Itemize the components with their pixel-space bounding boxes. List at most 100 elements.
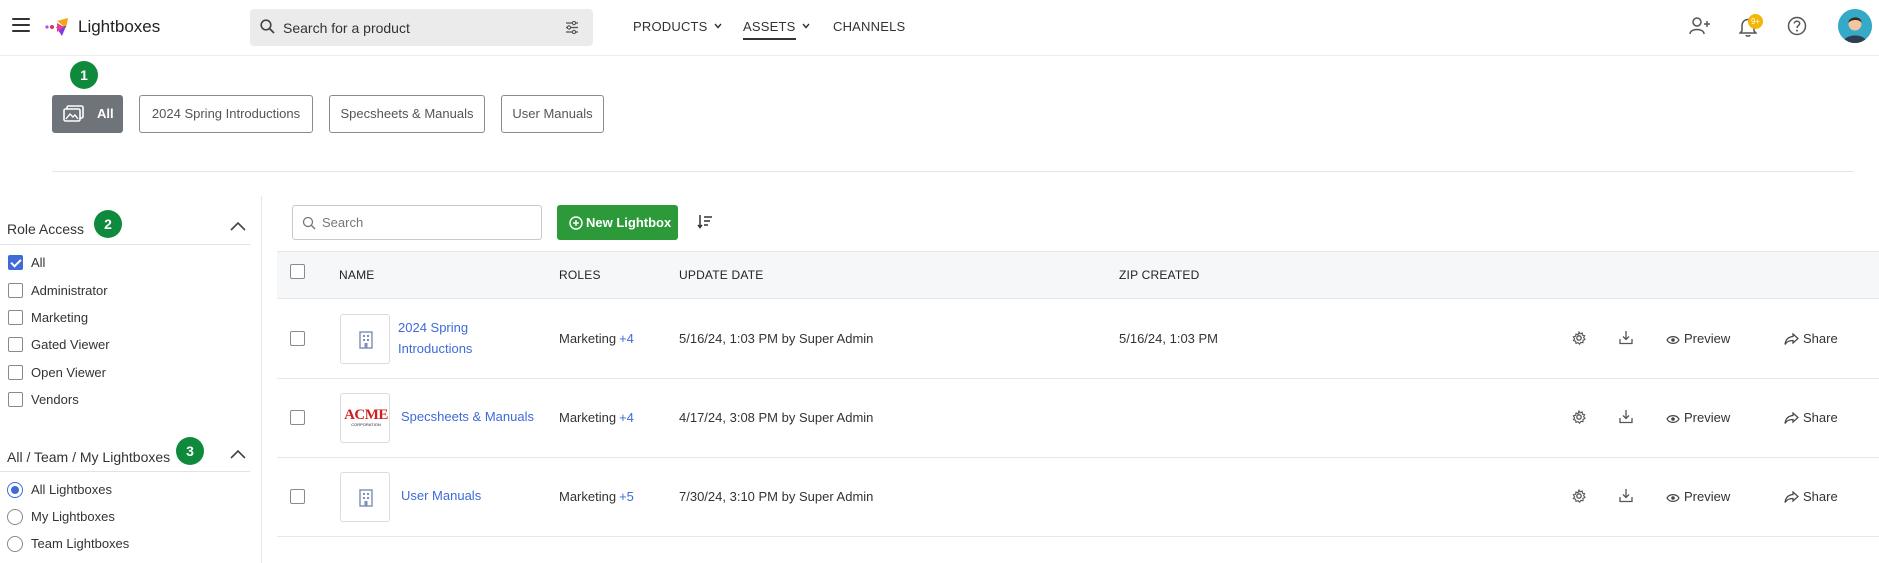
nav-products-label: PRODUCTS — [633, 19, 708, 34]
acme-logo-text: ACME — [344, 407, 388, 423]
role-label-marketing: Marketing — [31, 310, 89, 325]
gear-icon[interactable] — [1572, 331, 1586, 345]
radio-team-lightboxes[interactable] — [7, 536, 23, 552]
share-icon — [1784, 490, 1799, 503]
row-roles: Marketing +5 — [559, 489, 634, 504]
gear-icon[interactable] — [1572, 489, 1586, 503]
chip-all-label: All — [97, 106, 114, 121]
row-update-date: 4/17/24, 3:08 PM by Super Admin — [679, 410, 874, 425]
search-icon — [260, 19, 275, 34]
building-icon — [359, 489, 373, 507]
column-header-name[interactable]: NAME — [339, 268, 374, 282]
row-name-link[interactable]: Specsheets & Manuals — [401, 406, 534, 427]
radio-my-lightboxes[interactable] — [7, 509, 23, 525]
new-lightbox-label: New Lightbox — [586, 215, 672, 230]
row-roles-more[interactable]: +5 — [619, 489, 634, 504]
role-label-all: All — [31, 255, 46, 270]
row-roles-more[interactable]: +4 — [619, 410, 634, 425]
column-header-roles[interactable]: ROLES — [559, 268, 601, 282]
role-checkbox-gated-viewer[interactable] — [8, 337, 23, 352]
chip-all[interactable]: All — [52, 95, 123, 133]
eye-icon — [1666, 415, 1680, 423]
column-header-update-date[interactable]: UPDATE DATE — [679, 268, 763, 282]
download-icon[interactable] — [1619, 330, 1633, 345]
chip-specsheets-manuals[interactable]: Specsheets & Manuals — [329, 95, 485, 133]
share-button[interactable]: Share — [1784, 331, 1838, 346]
chevron-up-icon[interactable] — [230, 221, 246, 231]
row-checkbox[interactable] — [290, 489, 305, 504]
share-button[interactable]: Share — [1784, 410, 1838, 425]
sidebar-divider — [0, 244, 250, 245]
section-divider — [52, 171, 1854, 172]
avatar[interactable] — [1838, 9, 1872, 43]
chip-2024-spring-introductions[interactable]: 2024 Spring Introductions — [139, 95, 313, 133]
chevron-up-icon[interactable] — [230, 449, 246, 459]
role-checkbox-vendors[interactable] — [8, 392, 23, 407]
nav-channels[interactable]: CHANNELS — [833, 19, 905, 34]
step-marker-1: 1 — [70, 61, 98, 89]
share-icon — [1784, 411, 1799, 424]
table-header — [277, 251, 1879, 299]
preview-button[interactable]: Preview — [1666, 489, 1730, 504]
chevron-down-icon — [714, 23, 722, 29]
images-icon — [63, 105, 84, 122]
row-name-link[interactable]: User Manuals — [401, 485, 481, 506]
preview-button[interactable]: Preview — [1666, 331, 1730, 346]
row-role: Marketing — [559, 410, 617, 425]
gear-icon[interactable] — [1572, 410, 1586, 424]
role-checkbox-marketing[interactable] — [8, 310, 23, 325]
brand-name: Lightboxes — [78, 17, 161, 36]
share-label: Share — [1803, 331, 1838, 346]
lightboxes-logo — [45, 18, 68, 36]
preview-button[interactable]: Preview — [1666, 410, 1730, 425]
nav-products[interactable]: PRODUCTS — [633, 19, 722, 34]
preview-label: Preview — [1684, 489, 1731, 504]
nav-channels-label: CHANNELS — [833, 19, 906, 34]
plus-circle-icon — [569, 216, 583, 230]
avatar-image — [1838, 9, 1872, 43]
row-update-date: 7/30/24, 3:10 PM by Super Admin — [679, 489, 874, 504]
role-label-vendors: Vendors — [31, 392, 79, 407]
scope-title: All / Team / My Lightboxes — [7, 449, 171, 465]
row-role: Marketing — [559, 489, 617, 504]
sort-icon[interactable] — [697, 213, 713, 229]
help-icon[interactable] — [1787, 16, 1807, 36]
add-user-icon[interactable] — [1689, 16, 1711, 36]
row-zip-created: 5/16/24, 1:03 PM — [1119, 331, 1219, 346]
row-thumbnail[interactable]: ACME CORPORATION — [340, 393, 390, 443]
global-search-input[interactable]: Search for a product — [250, 9, 593, 46]
nav-assets[interactable]: ASSETS — [743, 19, 810, 40]
nav-assets-label: ASSETS — [743, 19, 796, 40]
download-icon[interactable] — [1619, 409, 1633, 424]
lightbox-search-input[interactable]: Search — [292, 205, 542, 240]
row-thumbnail[interactable] — [340, 314, 390, 364]
menu-icon[interactable] — [12, 18, 30, 34]
role-checkbox-all[interactable] — [8, 255, 23, 270]
notification-badge: 9+ — [1748, 14, 1763, 29]
search-icon — [302, 216, 316, 230]
row-update-date: 5/16/24, 1:03 PM by Super Admin — [679, 331, 874, 346]
role-checkbox-open-viewer[interactable] — [8, 365, 23, 380]
download-icon[interactable] — [1619, 488, 1633, 503]
radio-all-lightboxes[interactable] — [7, 482, 23, 498]
row-checkbox[interactable] — [290, 331, 305, 346]
role-label-open-viewer: Open Viewer — [31, 365, 106, 380]
role-label-administrator: Administrator — [31, 283, 108, 298]
row-roles-more[interactable]: +4 — [619, 331, 634, 346]
share-label: Share — [1803, 489, 1838, 504]
row-role: Marketing — [559, 331, 617, 346]
row-thumbnail[interactable] — [340, 472, 390, 522]
radio-label-team-lightboxes: Team Lightboxes — [31, 536, 130, 551]
filter-icon[interactable] — [565, 21, 579, 34]
lightbox-search-placeholder: Search — [322, 215, 364, 230]
share-button[interactable]: Share — [1784, 489, 1838, 504]
preview-label: Preview — [1684, 410, 1731, 425]
new-lightbox-button[interactable]: New Lightbox — [557, 205, 678, 240]
row-name-link[interactable]: 2024 Spring Introductions — [398, 317, 498, 359]
select-all-checkbox[interactable] — [290, 264, 305, 279]
role-checkbox-administrator[interactable] — [8, 283, 23, 298]
radio-label-my-lightboxes: My Lightboxes — [31, 509, 115, 524]
column-header-zip-created[interactable]: ZIP CREATED — [1119, 268, 1199, 282]
chip-user-manuals[interactable]: User Manuals — [501, 95, 604, 133]
row-checkbox[interactable] — [290, 410, 305, 425]
